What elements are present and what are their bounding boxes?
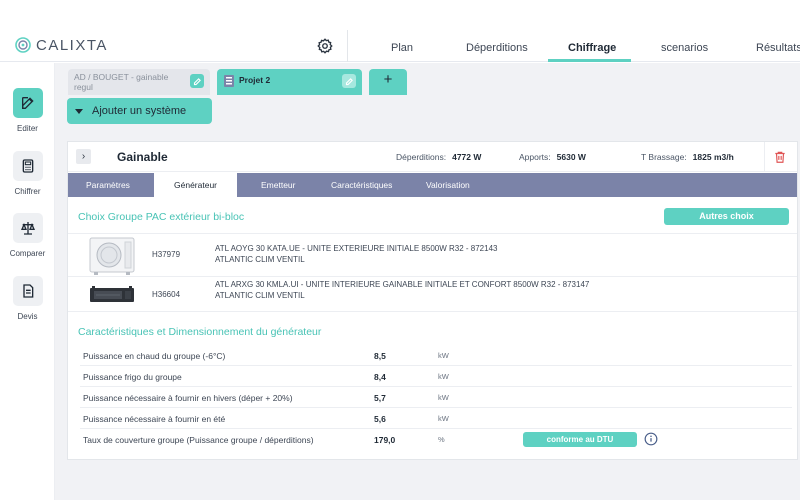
product-description: ATL AOYG 30 KATA.UE - UNITE EXTERIEURE I…	[215, 243, 497, 265]
project-icon	[224, 75, 234, 87]
edit-icon[interactable]	[342, 74, 356, 88]
project-tab-label: Projet 2	[239, 75, 271, 85]
brassage-metric: T Brassage: 1825 m3/h	[641, 152, 734, 162]
expand-button[interactable]: ›	[76, 149, 91, 164]
table-row: Taux de couverture groupe (Puissance gro…	[80, 429, 792, 450]
tab-deperditions[interactable]: Déperditions	[466, 42, 528, 54]
trash-icon[interactable]	[773, 150, 787, 164]
project-tab-ad-bouget[interactable]: AD / BOUGET - gainable regul	[68, 69, 210, 95]
sidebar-item-label: Editer	[17, 124, 38, 133]
row-label: Taux de couverture groupe (Puissance gro…	[83, 435, 314, 445]
info-icon[interactable]	[644, 432, 658, 446]
table-row: Puissance frigo du groupe 8,4 kW	[80, 366, 792, 387]
calculator-icon	[12, 151, 43, 181]
row-unit: kW	[438, 393, 449, 402]
table-row: Puissance en chaud du groupe (-6°C) 8,5 …	[80, 345, 792, 366]
choice-section-title: Choix Groupe PAC extérieur bi-bloc	[78, 211, 245, 223]
divider	[68, 311, 797, 312]
main-area: AD / BOUGET - gainable regul Projet 2 + …	[55, 63, 800, 500]
other-choices-button[interactable]: Autres choix	[664, 208, 789, 225]
system-card-header: › Gainable Déperditions: 4772 W Apports: 5…	[68, 142, 797, 172]
tab-valorisation[interactable]: Valorisation	[426, 173, 470, 197]
dtu-status-badge: conforme au DTU	[523, 432, 637, 447]
logo-text: CALIXTA	[36, 36, 108, 54]
row-unit: %	[438, 435, 445, 444]
sidebar-item-label: Devis	[17, 312, 38, 321]
tab-caracteristiques[interactable]: Caractéristiques	[331, 173, 392, 197]
row-unit: kW	[438, 414, 449, 423]
edit-icon	[12, 88, 43, 118]
row-value: 8,5	[374, 351, 386, 361]
gear-icon[interactable]	[316, 37, 334, 55]
caret-down-icon	[75, 108, 83, 114]
brassage-label: T Brassage:	[641, 152, 687, 162]
row-value: 179,0	[374, 435, 396, 445]
product-brand: ATLANTIC CLIM VENTIL	[215, 255, 305, 264]
table-row: Puissance nécessaire à fournir en été 5,…	[80, 408, 792, 429]
deperditions-label: Déperditions:	[396, 152, 447, 162]
row-label: Puissance frigo du groupe	[83, 372, 182, 382]
row-label: Puissance nécessaire à fournir en hivers…	[83, 393, 293, 403]
sidebar-item-label: Chiffrer	[14, 187, 41, 196]
outdoor-unit-image	[89, 237, 135, 275]
tab-resultats[interactable]: Résultats	[756, 42, 800, 54]
sidebar-item-devis[interactable]: Devis	[0, 276, 55, 321]
project-tab-projet-2[interactable]: Projet 2	[217, 69, 362, 95]
deperditions-metric: Déperditions: 4772 W	[396, 152, 481, 162]
calixta-logo-icon	[15, 37, 31, 53]
characteristics-section-title: Caractéristiques et Dimensionnement du g…	[78, 326, 322, 338]
row-label: Puissance nécessaire à fournir en été	[83, 414, 226, 424]
document-icon	[12, 276, 43, 306]
list-item[interactable]: H37979 ATL AOYG 30 KATA.UE - UNITE EXTER…	[68, 233, 797, 276]
tab-scenarios[interactable]: scenarios	[661, 42, 708, 54]
active-tab-indicator	[548, 59, 631, 62]
sidebar: Editer Chiffrer Comparer Devis	[0, 63, 55, 500]
system-title: Gainable	[117, 150, 168, 164]
top-divider	[347, 30, 348, 62]
list-item[interactable]: H36604 ATL ARXG 30 KMLA.UI - UNITE INTER…	[68, 276, 797, 311]
apports-value: 5630 W	[556, 152, 586, 162]
add-system-label: Ajouter un système	[92, 105, 187, 117]
deperditions-value: 4772 W	[452, 152, 482, 162]
indoor-unit-image	[90, 286, 134, 302]
edit-icon[interactable]	[190, 74, 204, 88]
tab-generateur[interactable]: Générateur	[154, 173, 237, 197]
row-value: 5,6	[374, 414, 386, 424]
brassage-value: 1825 m3/h	[692, 152, 734, 162]
product-brand: ATLANTIC CLIM VENTIL	[215, 291, 305, 300]
add-system-button[interactable]: Ajouter un système	[67, 98, 212, 124]
row-value: 8,4	[374, 372, 386, 382]
project-tab-label: AD / BOUGET - gainable	[74, 72, 169, 82]
product-desc-line1: ATL AOYG 30 KATA.UE - UNITE EXTERIEURE I…	[215, 244, 498, 253]
sidebar-item-editer[interactable]: Editer	[0, 88, 55, 133]
balance-icon	[12, 213, 43, 243]
sidebar-item-comparer[interactable]: Comparer	[0, 213, 55, 258]
row-unit: kW	[438, 351, 449, 360]
apports-label: Apports:	[519, 152, 551, 162]
tab-chiffrage[interactable]: Chiffrage	[568, 42, 616, 54]
header-divider	[764, 142, 765, 172]
add-project-tab-button[interactable]: +	[369, 69, 407, 95]
sidebar-item-chiffrer[interactable]: Chiffrer	[0, 151, 55, 196]
top-bar: CALIXTA Plan Déperditions Chiffrage scen…	[0, 0, 800, 62]
product-ref: H37979	[152, 250, 181, 259]
row-label: Puissance en chaud du groupe (-6°C)	[83, 351, 226, 361]
product-ref: H36604	[152, 290, 181, 299]
tab-plan[interactable]: Plan	[391, 42, 413, 54]
tab-emetteur[interactable]: Emetteur	[261, 173, 296, 197]
tab-parametres[interactable]: Paramètres	[86, 173, 130, 197]
table-row: Puissance nécessaire à fournir en hivers…	[80, 387, 792, 408]
sub-tab-bar: Paramètres Générateur Emetteur Caractéri…	[68, 173, 797, 197]
product-desc-line1: ATL ARXG 30 KMLA.UI - UNITE INTERIEURE G…	[215, 280, 590, 289]
sidebar-item-label: Comparer	[9, 249, 46, 258]
project-tab-label-line2: regul	[74, 82, 93, 92]
row-unit: kW	[438, 372, 449, 381]
apports-metric: Apports: 5630 W	[519, 152, 586, 162]
product-description: ATL ARXG 30 KMLA.UI - UNITE INTERIEURE G…	[215, 279, 589, 301]
app-logo[interactable]: CALIXTA	[14, 36, 108, 54]
row-value: 5,7	[374, 393, 386, 403]
system-card: › Gainable Déperditions: 4772 W Apports: 5…	[67, 141, 798, 460]
